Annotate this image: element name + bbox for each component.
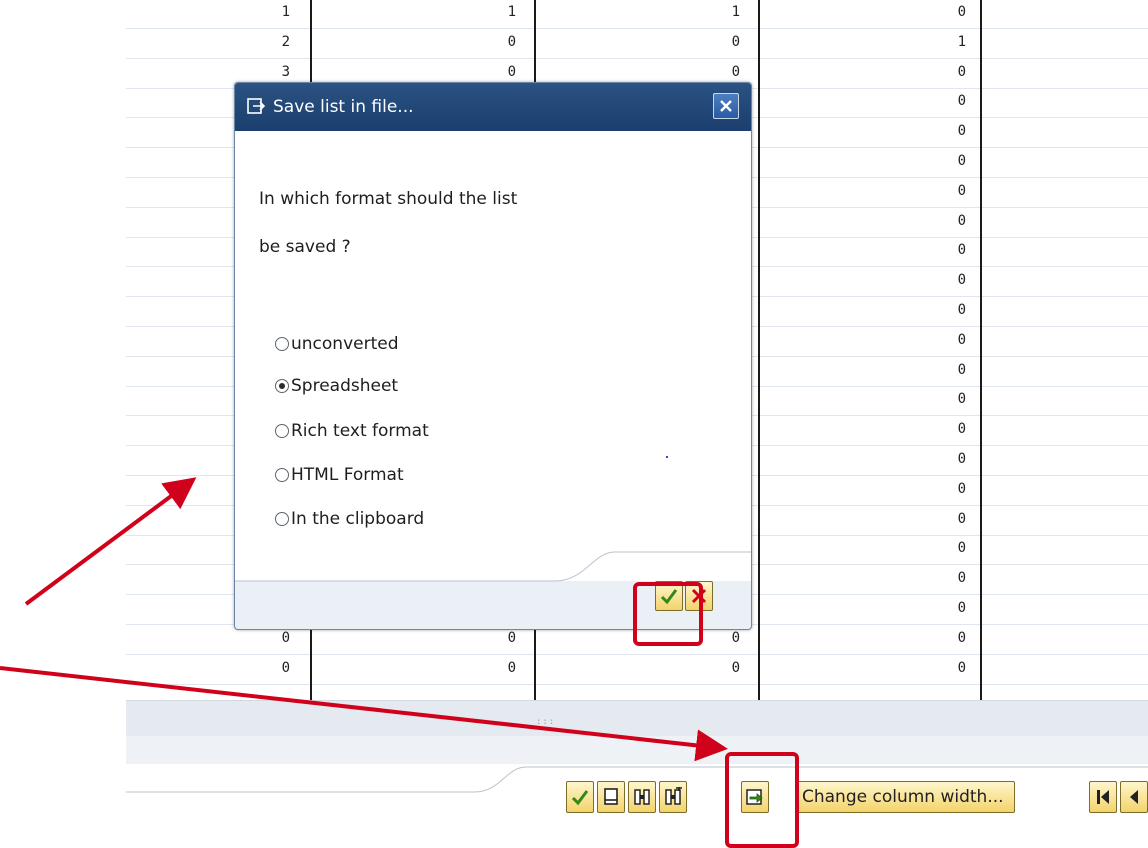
arrow-to-dialog: [24, 477, 197, 606]
arrow-to-export: [0, 666, 728, 762]
annotation-arrows: [0, 477, 728, 762]
